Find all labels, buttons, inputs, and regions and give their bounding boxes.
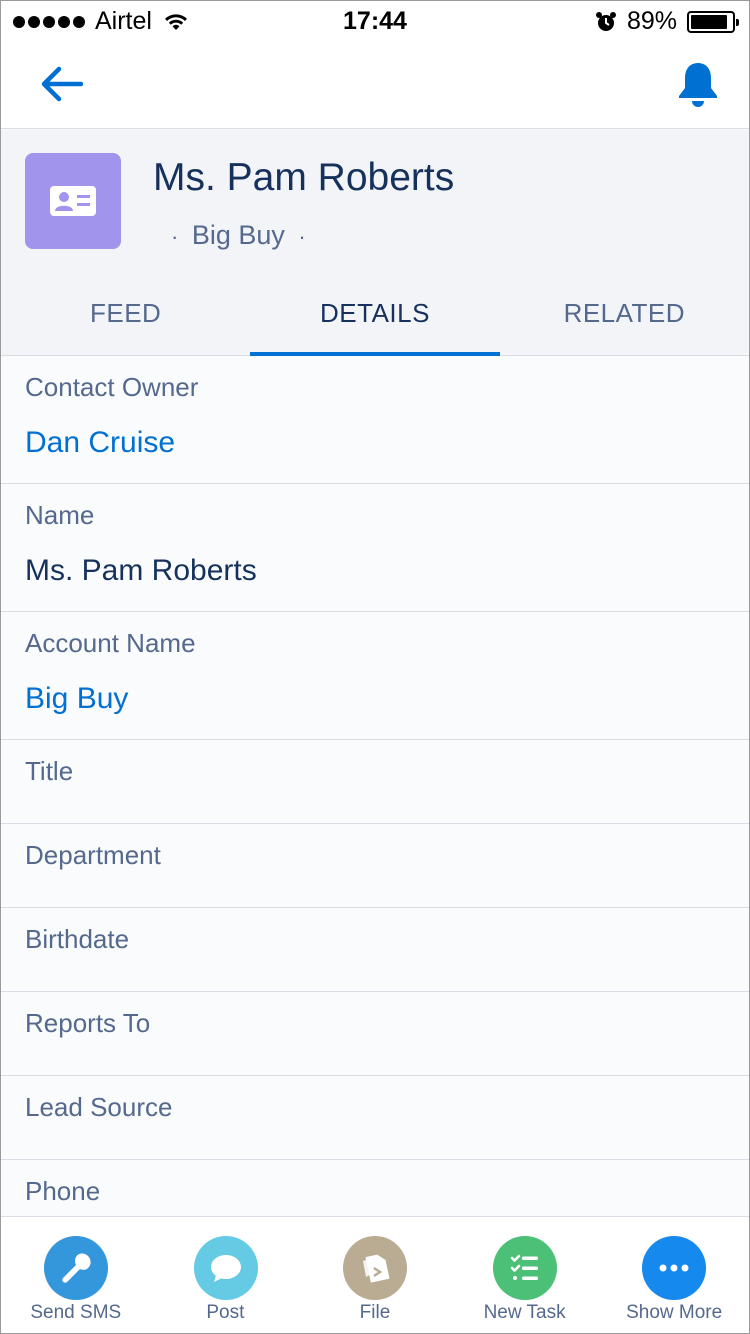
screen: Airtel 17:44 89% Ms. Pam Roberts · Big B… bbox=[0, 0, 750, 1334]
task-list-icon bbox=[510, 1254, 538, 1280]
file-icon-circle bbox=[343, 1236, 408, 1300]
name-value: Ms. Pam Roberts bbox=[25, 554, 257, 587]
wrench-icon bbox=[62, 1253, 91, 1283]
battery-percent: 89% bbox=[626, 7, 677, 35]
send-sms-button[interactable]: Send SMS bbox=[1, 1217, 151, 1333]
action-label: New Task bbox=[483, 1302, 566, 1323]
field-label: Name bbox=[25, 500, 95, 530]
field-lead-source: Lead Source bbox=[1, 1076, 749, 1160]
record-subtitle: · Big Buy · bbox=[165, 220, 312, 251]
action-label: Send SMS bbox=[30, 1302, 122, 1323]
alarm-clock-icon bbox=[595, 11, 616, 31]
field-label: Contact Owner bbox=[25, 372, 199, 402]
details-list: Contact Owner Dan Cruise Name Ms. Pam Ro… bbox=[1, 356, 749, 1244]
field-contact-owner: Contact Owner Dan Cruise bbox=[1, 356, 749, 484]
field-account-name: Account Name Big Buy bbox=[1, 612, 749, 740]
contact-card-icon bbox=[50, 186, 96, 216]
file-icon bbox=[363, 1254, 390, 1283]
field-department: Department bbox=[1, 824, 749, 908]
tab-details[interactable]: DETAILS bbox=[250, 272, 500, 356]
notifications-button[interactable] bbox=[671, 57, 725, 111]
account-name-link[interactable]: Big Buy bbox=[25, 682, 128, 716]
action-label: File bbox=[359, 1302, 391, 1323]
record-title: Ms. Pam Roberts bbox=[153, 156, 455, 199]
action-label: Post bbox=[206, 1302, 245, 1323]
new-task-button[interactable]: New Task bbox=[450, 1217, 600, 1333]
tab-feed[interactable]: FEED bbox=[1, 272, 250, 355]
post-button[interactable]: Post bbox=[151, 1217, 301, 1333]
navigation-bar bbox=[1, 43, 749, 129]
back-arrow-icon bbox=[41, 66, 83, 102]
record-header: Ms. Pam Roberts · Big Buy · FEED DETAILS… bbox=[1, 130, 749, 356]
field-birthdate: Birthdate bbox=[1, 908, 749, 992]
battery-icon bbox=[687, 10, 739, 33]
file-button[interactable]: File bbox=[300, 1217, 450, 1333]
status-bar: Airtel 17:44 89% bbox=[1, 1, 749, 43]
record-tabs: FEED DETAILS RELATED bbox=[1, 272, 749, 356]
account-name[interactable]: Big Buy bbox=[192, 220, 285, 250]
field-label: Account Name bbox=[25, 628, 196, 658]
new-task-icon-circle bbox=[492, 1236, 557, 1300]
action-label: Show More bbox=[626, 1302, 723, 1323]
send-sms-icon-circle bbox=[44, 1236, 108, 1300]
show-more-button[interactable]: Show More bbox=[599, 1217, 749, 1333]
post-icon-circle bbox=[193, 1236, 258, 1300]
field-label: Phone bbox=[25, 1176, 101, 1206]
subtitle-separator: · bbox=[171, 224, 179, 249]
contact-record-icon bbox=[25, 153, 121, 249]
tab-related[interactable]: RELATED bbox=[500, 272, 749, 355]
field-label: Title bbox=[25, 756, 74, 786]
contact-owner-link[interactable]: Dan Cruise bbox=[25, 426, 175, 460]
action-bar: Send SMS Post File New Task Show More bbox=[1, 1216, 749, 1333]
back-button[interactable] bbox=[35, 61, 87, 107]
field-label: Department bbox=[25, 840, 161, 870]
field-title: Title bbox=[1, 740, 749, 824]
more-dots-icon bbox=[659, 1264, 689, 1272]
bell-icon bbox=[679, 63, 717, 107]
show-more-icon-circle bbox=[642, 1236, 707, 1300]
status-right: 89% bbox=[595, 7, 739, 36]
field-name: Name Ms. Pam Roberts bbox=[1, 484, 749, 612]
field-reports-to: Reports To bbox=[1, 992, 749, 1076]
field-label: Lead Source bbox=[25, 1092, 173, 1122]
field-label: Reports To bbox=[25, 1008, 151, 1038]
subtitle-separator: · bbox=[298, 224, 306, 249]
chat-bubble-icon bbox=[210, 1255, 241, 1282]
field-label: Birthdate bbox=[25, 924, 130, 954]
